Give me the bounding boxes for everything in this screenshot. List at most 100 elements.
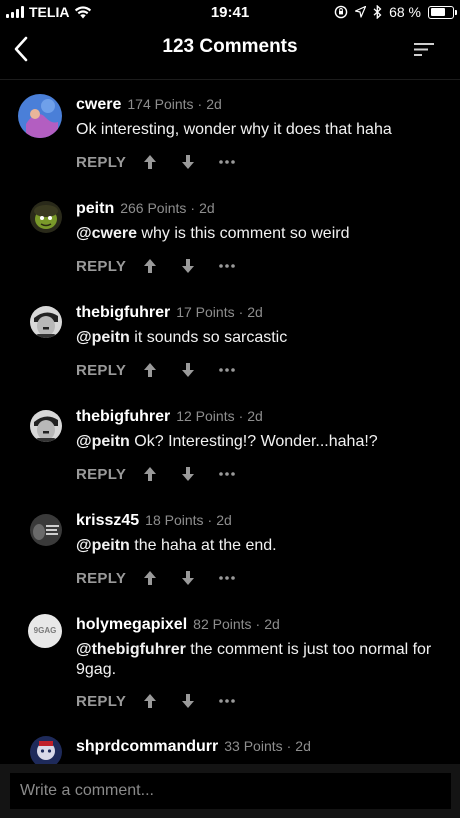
comment-actions: REPLY [76,691,258,711]
avatar[interactable] [30,201,62,233]
comment-text: @cwere why is this comment so weird [76,224,436,244]
comment-text: @thebigfuhrer the comment is just too no… [76,640,436,680]
avatar-label: 9GAG [33,626,57,635]
meta-separator: · [286,738,292,754]
comment-composer [0,764,460,818]
avatar[interactable] [30,514,62,546]
avatar[interactable]: 9GAG [28,614,62,648]
avatar[interactable] [30,410,62,442]
comment-header: thebigfuhrer 17 Points · 2d [76,304,263,322]
bluetooth-icon [373,5,382,19]
meta-separator: · [207,512,213,528]
comment-mention[interactable]: @peitn [76,329,130,346]
comment-mention[interactable]: @cwere [76,225,137,242]
sort-icon[interactable] [412,38,436,60]
upvote-icon[interactable] [142,258,158,274]
battery-percentage: 68 % [389,4,421,20]
more-options-icon[interactable] [218,693,236,709]
downvote-icon[interactable] [180,154,196,170]
more-options-icon[interactable] [218,362,236,378]
reply-button[interactable]: REPLY [76,362,142,379]
comment-item: thebigfuhrer 12 Points · 2d @peitn Ok? Inte… [0,392,460,496]
comment-text: @peitn Ok? Interesting!? Wonder...haha!? [76,432,436,452]
meta-separator: · [197,96,203,112]
comment-body: Ok? Interesting!? Wonder...haha!? [129,433,378,450]
comment-age: 2d [206,96,222,112]
comment-text: @peitn the haha at the end. [76,536,436,556]
reply-button[interactable]: REPLY [76,570,142,587]
downvote-icon[interactable] [180,258,196,274]
comment-points: 174 Points [127,96,194,112]
comment-header: cwere 174 Points · 2d [76,96,222,114]
reply-button[interactable]: REPLY [76,693,142,710]
meta-separator: · [190,200,196,216]
nav-bar: 123 Comments [0,24,460,80]
avatar[interactable] [30,306,62,338]
comment-header: krissz45 18 Points · 2d [76,512,232,530]
comment-age: 2d [247,408,263,424]
page-title: 123 Comments [162,36,298,57]
comment-mention[interactable]: @peitn [76,537,130,554]
upvote-icon[interactable] [142,362,158,378]
comment-text: Ok interesting, wonder why it does that … [76,120,436,140]
comment-points: 33 Points [224,738,283,754]
meta-separator: · [238,408,244,424]
comment-item: cwere 174 Points · 2d Ok interesting, wonde… [0,80,460,184]
comment-header: holymegapixel 82 Points · 2d [76,616,280,634]
status-right: 68 % [334,4,457,20]
downvote-icon[interactable] [180,693,196,709]
comment-username[interactable]: cwere [76,96,121,113]
comment-points: 266 Points [120,200,187,216]
meta-separator: · [255,616,261,632]
comment-mention[interactable]: @peitn [76,433,130,450]
comment-body: Ok interesting, wonder why it does that … [76,121,392,138]
comment-header: shprdcommandurr 33 Points · 2d [76,738,311,756]
comment-username[interactable]: thebigfuhrer [76,408,170,425]
comment-points: 82 Points [193,616,252,632]
comment-body: it sounds so sarcastic [129,329,288,346]
comment-username[interactable]: thebigfuhrer [76,304,170,321]
comment-username[interactable]: holymegapixel [76,616,187,633]
downvote-icon[interactable] [180,466,196,482]
reply-button[interactable]: REPLY [76,466,142,483]
more-options-icon[interactable] [218,570,236,586]
comment-text: @peitn it sounds so sarcastic [76,328,436,348]
comment-item: 9GAG holymegapixel 82 Points · 2d @thebigfu… [0,600,460,724]
comment-body: why is this comment so weird [136,225,350,242]
comment-header: peitn 266 Points · 2d [76,200,215,218]
comment-input[interactable] [10,773,451,809]
comment-actions: REPLY [76,152,258,172]
more-options-icon[interactable] [218,258,236,274]
comment-age: 2d [247,304,263,320]
comment-username[interactable]: shprdcommandurr [76,738,218,755]
comment-actions: REPLY [76,568,258,588]
comment-header: thebigfuhrer 12 Points · 2d [76,408,263,426]
comment-mention[interactable]: @thebigfuhrer [76,641,186,658]
upvote-icon[interactable] [142,693,158,709]
comment-item: peitn 266 Points · 2d @cwere why is this co… [0,184,460,288]
comment-age: 2d [295,738,311,754]
battery-icon [428,5,457,19]
upvote-icon[interactable] [142,466,158,482]
reply-button[interactable]: REPLY [76,258,142,275]
comment-username[interactable]: krissz45 [76,512,139,529]
comment-item: shprdcommandurr 33 Points · 2d [0,724,460,768]
meta-separator: · [238,304,244,320]
downvote-icon[interactable] [180,570,196,586]
comment-list: cwere 174 Points · 2d Ok interesting, wonde… [0,80,460,768]
upvote-icon[interactable] [142,154,158,170]
more-options-icon[interactable] [218,466,236,482]
comment-actions: REPLY [76,464,258,484]
comment-age: 2d [199,200,215,216]
comment-points: 18 Points [145,512,204,528]
comment-body: the haha at the end. [129,537,277,554]
reply-button[interactable]: REPLY [76,154,142,171]
comment-username[interactable]: peitn [76,200,114,217]
downvote-icon[interactable] [180,362,196,378]
comment-age: 2d [216,512,232,528]
comment-actions: REPLY [76,256,258,276]
more-options-icon[interactable] [218,154,236,170]
upvote-icon[interactable] [142,570,158,586]
orientation-lock-icon [334,5,348,19]
avatar[interactable] [18,94,62,138]
